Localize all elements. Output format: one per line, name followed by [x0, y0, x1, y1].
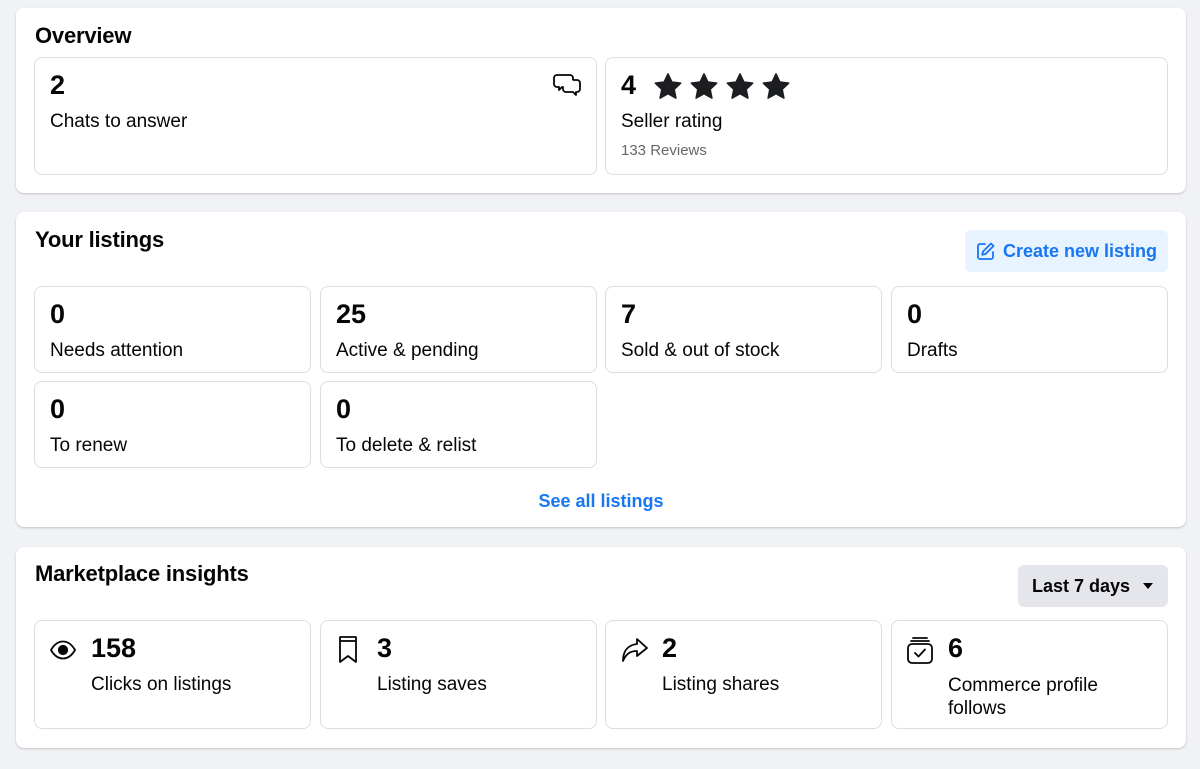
date-range-label: Last 7 days [1031, 575, 1131, 596]
create-listing-label: Create new listing [1002, 240, 1158, 261]
insight-count: 3 [377, 633, 393, 663]
listing-label: Needs attention [50, 340, 184, 361]
listing-count: 0 [336, 394, 352, 424]
insight-count: 2 [662, 633, 678, 663]
listings-section: Your listings Create new listing 0 Needs… [16, 212, 1186, 527]
listing-count: 0 [50, 299, 66, 329]
listing-card-sold-out-of-stock[interactable]: 7 Sold & out of stock [605, 286, 882, 373]
share-icon [622, 638, 648, 662]
seller-rating-card[interactable]: 4 Seller rating 133 Reviews [605, 57, 1168, 175]
overview-title: Overview [35, 23, 132, 48]
rating-label: Seller rating [621, 111, 723, 132]
listing-count: 0 [50, 394, 66, 424]
caret-down-icon [1143, 583, 1154, 589]
listing-count: 7 [621, 299, 637, 329]
star-icon [690, 73, 718, 99]
see-all-listings-link[interactable]: See all listings [16, 491, 1186, 512]
listing-label: Active & pending [336, 340, 479, 361]
chats-label: Chats to answer [50, 111, 188, 132]
insight-label: Commerce profile follows [948, 675, 1098, 719]
star-icon [762, 73, 790, 99]
bookmark-icon [339, 636, 357, 663]
listing-count: 25 [336, 299, 367, 329]
listing-label: Sold & out of stock [621, 340, 780, 361]
listing-card-needs-attention[interactable]: 0 Needs attention [34, 286, 311, 373]
insight-label: Listing shares [662, 674, 780, 695]
listing-label: Drafts [907, 340, 958, 361]
chat-bubbles-icon [553, 74, 581, 96]
create-listing-button[interactable]: Create new listing [965, 230, 1168, 272]
insight-card-shares[interactable]: 2 Listing shares [605, 620, 882, 729]
insights-section: Marketplace insights Last 7 days 158 Cli… [16, 547, 1186, 748]
star-icon [726, 73, 754, 99]
insight-label: Listing saves [377, 674, 487, 695]
chats-card[interactable]: 2 Chats to answer [34, 57, 597, 175]
edit-icon [977, 242, 995, 260]
rating-value: 4 [621, 70, 637, 100]
rating-stars [652, 71, 792, 103]
star-icon [654, 73, 682, 99]
overview-section: Overview 2 Chats to answer 4 Seller rati… [16, 8, 1186, 193]
listing-card-to-renew[interactable]: 0 To renew [34, 381, 311, 468]
listing-label: To delete & relist [336, 435, 477, 456]
eye-icon [49, 640, 77, 660]
insight-count: 6 [948, 633, 964, 663]
insight-card-saves[interactable]: 3 Listing saves [320, 620, 597, 729]
listing-label: To renew [50, 435, 128, 456]
insight-label: Clicks on listings [91, 674, 232, 695]
listing-card-active-pending[interactable]: 25 Active & pending [320, 286, 597, 373]
listings-title: Your listings [35, 227, 165, 252]
reviews-count[interactable]: 133 Reviews [621, 142, 707, 159]
insight-card-follows[interactable]: 6 Commerce profile follows [891, 620, 1168, 729]
insight-count: 158 [91, 633, 137, 663]
listing-card-drafts[interactable]: 0 Drafts [891, 286, 1168, 373]
listing-card-to-delete-relist[interactable]: 0 To delete & relist [320, 381, 597, 468]
follow-box-icon [907, 637, 933, 664]
date-range-dropdown[interactable]: Last 7 days [1018, 565, 1168, 607]
listing-count: 0 [907, 299, 923, 329]
insights-title: Marketplace insights [35, 561, 249, 586]
insight-card-clicks[interactable]: 158 Clicks on listings [34, 620, 311, 729]
chats-count: 2 [50, 70, 66, 100]
